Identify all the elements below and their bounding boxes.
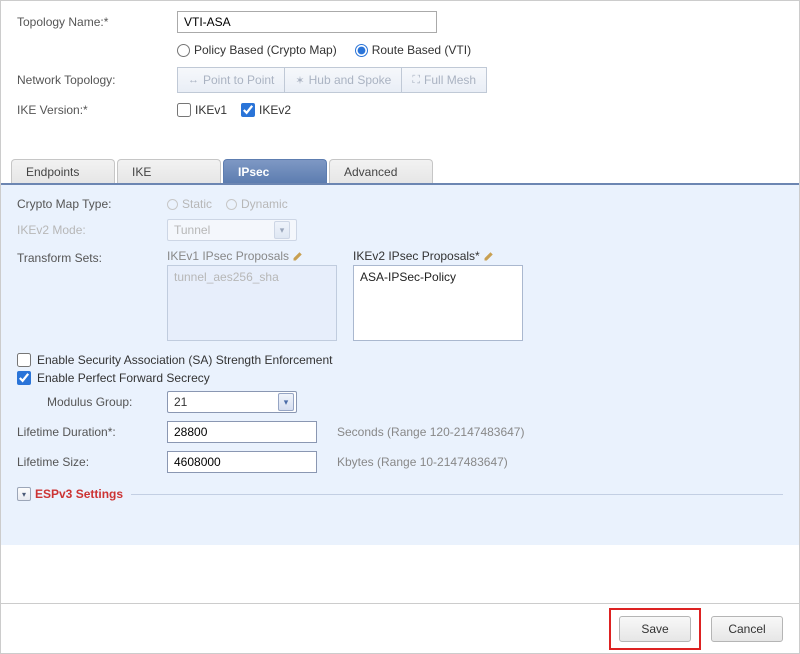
radio-policy-based[interactable]: Policy Based (Crypto Map) [177,43,337,57]
label-modulus-group: Modulus Group: [47,395,167,409]
tab-advanced[interactable]: Advanced [329,159,433,183]
header-area: Topology Name:* Policy Based (Crypto Map… [1,1,799,135]
row-lifetime-duration: Lifetime Duration*: Seconds (Range 120-2… [17,421,783,443]
espv3-title: ESPv3 Settings [35,487,123,501]
radio-policy-based-input[interactable] [177,44,190,57]
topo-btn-mesh-label: Full Mesh [424,73,476,87]
radio-circle-icon [167,199,178,210]
checkbox-sa-strength[interactable] [17,353,31,367]
radio-static-disabled: Static [167,197,212,211]
ikev2-proposals-head: IKEv2 IPsec Proposals* [353,249,523,263]
radio-route-based-label: Route Based (VTI) [372,43,471,57]
label-ike-version: IKE Version:* [17,103,177,117]
dialog-container: Topology Name:* Policy Based (Crypto Map… [0,0,800,654]
collapse-toggle-icon[interactable]: ▾ [17,487,31,501]
save-button[interactable]: Save [619,616,691,642]
ikev1-proposals-list: tunnel_aes256_sha [167,265,337,341]
label-topology-name: Topology Name:* [17,15,177,29]
radio-dynamic-disabled: Dynamic [226,197,288,211]
list-item[interactable]: ASA-IPSec-Policy [360,270,516,284]
radio-group-policy-mode: Policy Based (Crypto Map) Route Based (V… [177,43,471,57]
edit-icon[interactable] [482,249,496,263]
input-topology-name[interactable] [177,11,437,33]
hint-lifetime-size: Kbytes (Range 10-2147483647) [337,455,508,469]
input-lifetime-duration[interactable] [167,421,317,443]
checkbox-ikev2-label: IKEv2 [259,103,291,117]
row-crypto-map-type: Crypto Map Type: Static Dynamic [17,197,783,211]
row-sa-strength: Enable Security Association (SA) Strengt… [17,353,783,367]
row-pfs: Enable Perfect Forward Secrecy [17,371,783,385]
topo-btn-hub: ✶ Hub and Spoke [285,67,402,93]
ptp-icon: ↔ [188,74,199,86]
row-topology-name: Topology Name:* [17,11,783,33]
row-lifetime-size: Lifetime Size: Kbytes (Range 10-21474836… [17,451,783,473]
label-crypto-map-type: Crypto Map Type: [17,197,167,211]
topo-btn-ptp: ↔ Point to Point [177,67,285,93]
ikev1-proposals-col: IKEv1 IPsec Proposals tunnel_aes256_sha [167,249,337,341]
transform-sets-group: IKEv1 IPsec Proposals tunnel_aes256_sha … [167,249,523,341]
checkbox-ikev1-input[interactable] [177,103,191,117]
row-transform-sets: Transform Sets: IKEv1 IPsec Proposals tu… [17,249,783,341]
ikev1-proposals-label: IKEv1 IPsec Proposals [167,249,289,263]
ipsec-panel: Crypto Map Type: Static Dynamic IKEv2 Mo… [1,185,799,545]
combo-modulus-group-value: 21 [174,395,187,409]
label-network-topology: Network Topology: [17,73,177,87]
ikev2-proposals-label: IKEv2 IPsec Proposals* [353,249,480,263]
ikev2-proposals-list[interactable]: ASA-IPSec-Policy [353,265,523,341]
radio-policy-based-label: Policy Based (Crypto Map) [194,43,337,57]
combo-ikev2-mode-value: Tunnel [174,223,210,237]
topo-btn-ptp-label: Point to Point [203,73,274,87]
footer: Save Cancel [1,603,799,653]
label-lifetime-size: Lifetime Size: [17,455,167,469]
chevron-down-icon[interactable]: ▾ [278,393,294,411]
checkbox-ikev2-input[interactable] [241,103,255,117]
tab-bar: Endpoints IKE IPsec Advanced [1,159,799,185]
ikev2-proposals-col: IKEv2 IPsec Proposals* ASA-IPSec-Policy [353,249,523,341]
topo-btn-mesh: ⛶ Full Mesh [402,67,487,93]
label-sa-strength: Enable Security Association (SA) Strengt… [37,353,332,367]
save-button-highlight: Save [609,608,701,650]
crypto-map-type-group: Static Dynamic [167,197,288,211]
tab-endpoints[interactable]: Endpoints [11,159,115,183]
cancel-button[interactable]: Cancel [711,616,783,642]
hub-icon: ✶ [295,74,304,87]
input-lifetime-size[interactable] [167,451,317,473]
checkbox-ikev1-label: IKEv1 [195,103,227,117]
ikev1-proposals-head: IKEv1 IPsec Proposals [167,249,337,263]
row-ikev2-mode: IKEv2 Mode: Tunnel ▾ [17,219,783,241]
row-network-topology: Network Topology: ↔ Point to Point ✶ Hub… [17,67,783,93]
edit-icon[interactable] [291,249,305,263]
checkbox-pfs[interactable] [17,371,31,385]
radio-circle-icon [226,199,237,210]
row-policy-mode: Policy Based (Crypto Map) Route Based (V… [177,43,783,57]
ike-version-group: IKEv1 IKEv2 [177,103,291,117]
row-ike-version: IKE Version:* IKEv1 IKEv2 [17,103,783,117]
section-divider [131,494,783,495]
row-modulus-group: Modulus Group: 21 ▾ [17,391,783,413]
hint-lifetime-duration: Seconds (Range 120-2147483647) [337,425,524,439]
tab-ipsec[interactable]: IPsec [223,159,327,183]
label-transform-sets: Transform Sets: [17,249,167,265]
radio-static-label: Static [182,197,212,211]
espv3-section-header: ▾ ESPv3 Settings [17,487,783,501]
checkbox-ikev2[interactable]: IKEv2 [241,103,291,117]
list-item: tunnel_aes256_sha [174,270,330,284]
checkbox-ikev1[interactable]: IKEv1 [177,103,227,117]
radio-route-based-input[interactable] [355,44,368,57]
radio-dynamic-label: Dynamic [241,197,288,211]
mesh-icon: ⛶ [412,74,420,87]
label-ikev2-mode: IKEv2 Mode: [17,223,167,237]
tab-ike[interactable]: IKE [117,159,221,183]
chevron-down-icon: ▾ [274,221,290,239]
combo-modulus-group[interactable]: 21 ▾ [167,391,297,413]
combo-ikev2-mode-disabled: Tunnel ▾ [167,219,297,241]
label-lifetime-duration: Lifetime Duration*: [17,425,167,439]
label-pfs: Enable Perfect Forward Secrecy [37,371,210,385]
radio-route-based[interactable]: Route Based (VTI) [355,43,471,57]
topo-btn-hub-label: Hub and Spoke [309,73,392,87]
network-topology-group: ↔ Point to Point ✶ Hub and Spoke ⛶ Full … [177,67,487,93]
